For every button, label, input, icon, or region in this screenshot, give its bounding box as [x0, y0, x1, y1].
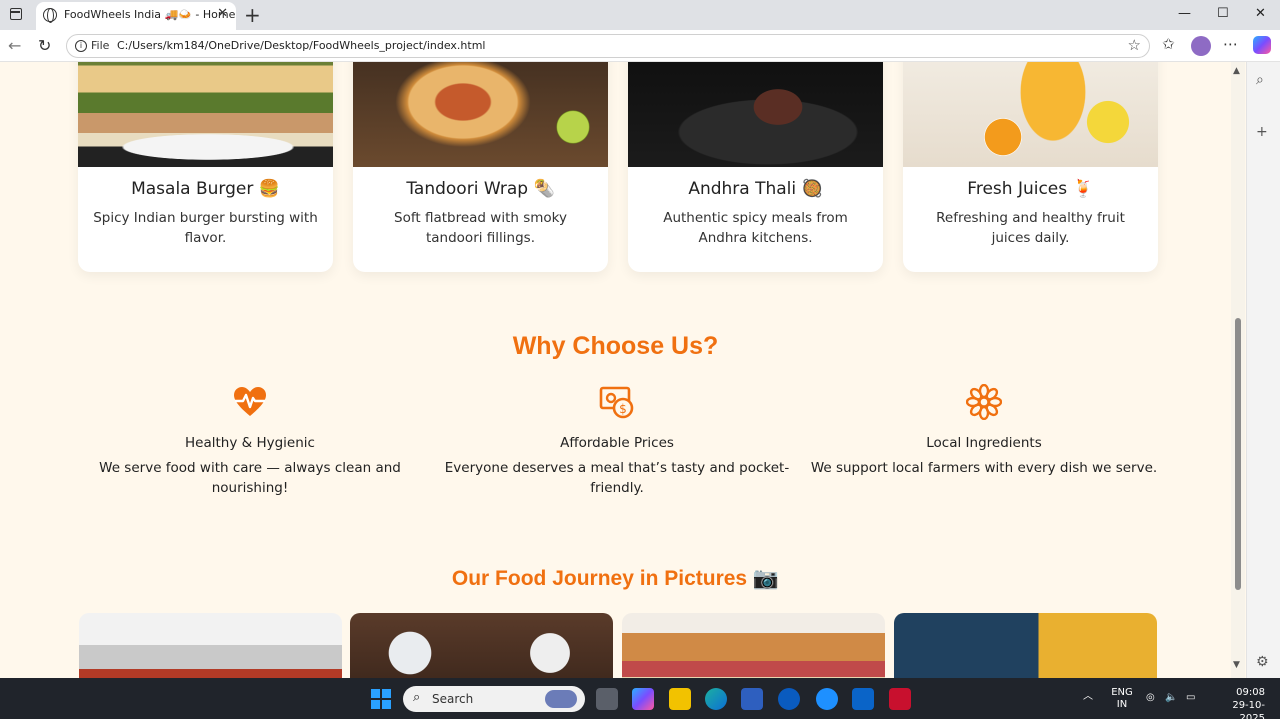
task-view-icon[interactable] [596, 688, 618, 710]
tab-actions-icon[interactable] [10, 8, 22, 20]
money-icon: $ [599, 384, 635, 420]
card-description: Authentic spicy meals from Andhra kitche… [663, 210, 848, 246]
help-app-icon[interactable] [816, 688, 838, 710]
search-highlight-icon [545, 690, 577, 708]
feature-name: Local Ingredients [926, 435, 1042, 451]
feature-description: Everyone deserves a meal that’s tasty an… [444, 460, 790, 496]
close-window-button[interactable]: ✕ [1255, 6, 1266, 21]
card-title: Fresh Juices 🍹 [967, 179, 1094, 199]
feature-name: Affordable Prices [560, 435, 674, 451]
outlook-icon[interactable] [852, 688, 874, 710]
card-description: Spicy Indian burger bursting with flavor… [93, 210, 318, 246]
scroll-up-arrow-icon[interactable]: ▲ [1233, 66, 1240, 76]
card-title: Masala Burger 🍔 [131, 179, 280, 199]
add-panel-icon[interactable]: + [1256, 124, 1268, 140]
microsoft-store-icon[interactable] [741, 688, 763, 710]
menu-card: Tandoori Wrap 🌯 Soft flatbread with smok… [353, 62, 608, 272]
tray-overflow-chevron-icon[interactable]: ︿ [1083, 691, 1093, 703]
back-button[interactable]: ← [8, 36, 21, 55]
heartbeat-icon [232, 384, 268, 420]
maximize-button[interactable]: ☐ [1217, 6, 1229, 21]
address-bar-row: ← ↻ i File C:/Users/km184/OneDrive/Deskt… [0, 30, 1280, 62]
menu-card: Masala Burger 🍔 Spicy Indian burger burs… [78, 62, 333, 272]
tab-foodwheels[interactable]: FoodWheels India 🚚🍛 - Home ✕ [36, 2, 236, 30]
url-text[interactable]: C:/Users/km184/OneDrive/Desktop/FoodWhee… [117, 39, 485, 52]
minimize-button[interactable]: — [1178, 6, 1191, 21]
why-choose-us-title: Why Choose Us? [512, 332, 719, 360]
windows-start-icon[interactable] [371, 689, 391, 709]
flower-icon [965, 383, 1003, 421]
search-placeholder: Search [432, 692, 474, 706]
system-clock[interactable]: 09:08 29-10-2025 [1209, 686, 1265, 719]
settings-gear-icon[interactable]: ⚙ [1256, 654, 1269, 670]
feature-affordable: $ Affordable Prices Everyone deserves a … [437, 384, 797, 498]
scroll-thumb[interactable] [1235, 318, 1241, 590]
globe-icon [43, 8, 57, 23]
file-label: File [91, 39, 110, 52]
search-icon[interactable]: ⌕ [1256, 72, 1264, 88]
reload-button[interactable]: ↻ [38, 36, 51, 55]
gallery-photo-dining-table [350, 613, 613, 678]
menu-card: Fresh Juices 🍹 Refreshing and healthy fr… [903, 62, 1158, 272]
network-icon[interactable]: ◎ [1146, 692, 1155, 704]
feature-local: Local Ingredients We support local farme… [804, 383, 1164, 478]
page-scrollbar[interactable]: ▲ ▼ [1231, 62, 1245, 678]
clock-date: 29-10-2025 [1232, 700, 1265, 719]
svg-text:$: $ [619, 402, 627, 416]
file-explorer-icon[interactable] [669, 688, 691, 710]
gallery-photo-sandwich [622, 613, 885, 678]
card-title: Tandoori Wrap 🌯 [406, 179, 555, 199]
url-field[interactable]: i File C:/Users/km184/OneDrive/Desktop/F… [66, 34, 1150, 58]
card-description: Refreshing and healthy fruit juices dail… [936, 210, 1125, 246]
more-menu-icon[interactable]: ⋯ [1223, 35, 1238, 53]
region-code: IN [1116, 699, 1128, 710]
clock-time: 09:08 [1236, 687, 1265, 698]
browser-tab-bar: FoodWheels India 🚚🍛 - Home ✕ + — ☐ ✕ [0, 0, 1280, 30]
page-viewport: Masala Burger 🍔 Spicy Indian burger burs… [0, 62, 1231, 678]
mcafee-icon[interactable] [889, 688, 911, 710]
battery-icon[interactable]: ▭ [1186, 692, 1195, 704]
browser-side-panel: ⌕ + ⚙ [1246, 62, 1280, 678]
copilot-app-icon[interactable] [632, 688, 654, 710]
food-journey-title: Our Food Journey in Pictures 📷 [451, 567, 780, 590]
language-indicator[interactable]: ENG IN [1108, 687, 1136, 711]
menu-card: Andhra Thali 🥘 Authentic spicy meals fro… [628, 62, 883, 272]
scroll-down-arrow-icon[interactable]: ▼ [1233, 660, 1240, 670]
card-title: Andhra Thali 🥘 [688, 179, 823, 199]
masala-burger-image [78, 62, 333, 167]
andhra-thali-image [628, 62, 883, 167]
search-icon: ⌕ [413, 690, 421, 705]
feature-name: Healthy & Hygienic [185, 435, 315, 451]
favorite-star-icon[interactable]: ☆ [1128, 36, 1141, 54]
edge-browser-icon[interactable] [705, 688, 727, 710]
feature-description: We support local farmers with every dish… [810, 460, 1158, 476]
favorites-icon[interactable]: ✩ [1162, 35, 1175, 53]
volume-icon[interactable]: 🔈 [1165, 692, 1177, 704]
taskbar-search-box[interactable]: ⌕ Search [403, 686, 585, 712]
close-tab-icon[interactable]: ✕ [217, 6, 228, 21]
info-icon[interactable]: i [75, 40, 87, 52]
tandoori-wrap-image [353, 62, 608, 167]
feature-description: We serve food with care — always clean a… [99, 460, 401, 496]
new-tab-button[interactable]: + [244, 3, 261, 27]
gallery-photo-burger-fries [894, 613, 1157, 678]
language-code: ENG [1111, 687, 1133, 698]
copilot-icon[interactable] [1253, 36, 1271, 54]
hp-app-icon[interactable] [778, 688, 800, 710]
gallery-photo-food-truck [79, 613, 342, 678]
profile-avatar[interactable] [1191, 36, 1211, 56]
card-description: Soft flatbread with smoky tandoori filli… [394, 210, 567, 246]
windows-taskbar: ⌕ Search ︿ ENG IN ◎ 🔈 ▭ 09:08 29-10-2025 [0, 678, 1280, 719]
feature-healthy: Healthy & Hygienic We serve food with ca… [70, 384, 430, 498]
fresh-juices-image [903, 62, 1158, 167]
tab-title: FoodWheels India 🚚🍛 - Home [64, 8, 236, 21]
